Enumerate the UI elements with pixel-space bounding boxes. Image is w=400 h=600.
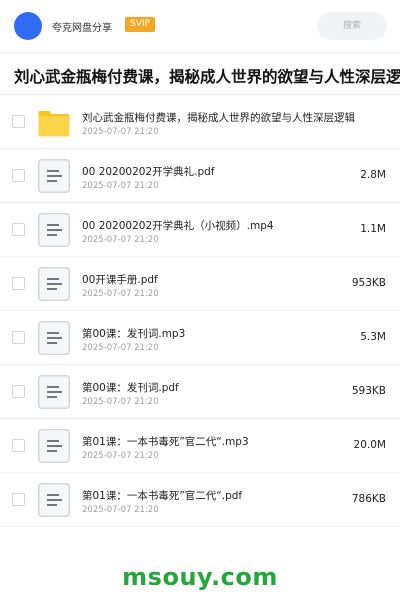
header-divider	[0, 52, 400, 53]
share-page: 夸克网盘分享 SVIP 刘心武金瓶梅付费课，揭秘成人世界的欲望与人性深层逻辑 刘…	[0, 0, 400, 600]
file-date: 2025-07-07 21:20	[82, 397, 159, 407]
file-row[interactable]: 00 20200202开学典礼（小视频）.mp4 2025-07-07 21:20…	[0, 203, 400, 257]
select-checkbox[interactable]	[12, 277, 25, 290]
file-name: 第00课：发刊词.pdf	[82, 382, 179, 394]
document-icon	[38, 321, 70, 355]
file-size: 786KB	[351, 493, 386, 505]
document-icon	[38, 267, 70, 301]
file-name: 00 20200202开学典礼（小视频）.mp4	[82, 220, 274, 232]
file-size: 593KB	[351, 385, 386, 397]
watermark: msouy.com	[122, 563, 278, 591]
file-size: 1.1M	[360, 223, 386, 235]
owner-name: 夸克网盘分享	[52, 23, 112, 34]
file-size: 953KB	[351, 277, 386, 289]
file-name: 第01课：一本书毒死”官二代“.pdf	[82, 490, 243, 502]
header: 夸克网盘分享 SVIP	[0, 0, 400, 52]
document-icon	[38, 375, 70, 409]
file-row[interactable]: 刘心武金瓶梅付费课，揭秘成人世界的欲望与人性深层逻辑 2025-07-07 21:…	[0, 95, 400, 149]
file-date: 2025-07-07 21:20	[82, 505, 159, 515]
file-size: 2.8M	[360, 169, 386, 181]
file-date: 2025-07-07 21:20	[82, 289, 159, 299]
document-icon	[38, 483, 70, 517]
file-name: 00开课手册.pdf	[82, 274, 158, 286]
file-date: 2025-07-07 21:20	[82, 127, 159, 137]
file-row[interactable]: 第01课：一本书毒死”官二代“.mp3 2025-07-07 21:20 20.0M	[0, 419, 400, 473]
file-row[interactable]: 第01课：一本书毒死”官二代“.pdf 2025-07-07 21:20 786KB	[0, 473, 400, 527]
file-name: 第01课：一本书毒死”官二代“.mp3	[82, 436, 249, 448]
file-row[interactable]: 00 20200202开学典礼.pdf 2025-07-07 21:20 2.8M	[0, 149, 400, 203]
file-row[interactable]: 00开课手册.pdf 2025-07-07 21:20 953KB	[0, 257, 400, 311]
document-icon	[38, 159, 70, 193]
file-name: 00 20200202开学典礼.pdf	[82, 166, 215, 178]
file-row[interactable]: 第00课：发刊词.pdf 2025-07-07 21:20 593KB	[0, 365, 400, 419]
file-row[interactable]: 第00课：发刊词.mp3 2025-07-07 21:20 5.3M	[0, 311, 400, 365]
svip-badge: SVIP	[125, 17, 155, 32]
file-name: 第00课：发刊词.mp3	[82, 328, 186, 340]
file-date: 2025-07-07 21:20	[82, 451, 159, 461]
select-checkbox[interactable]	[12, 385, 25, 398]
file-date: 2025-07-07 21:20	[82, 343, 159, 353]
file-name: 刘心武金瓶梅付费课，揭秘成人世界的欲望与人性深层逻辑	[82, 112, 355, 124]
file-date: 2025-07-07 21:20	[82, 235, 159, 245]
select-checkbox[interactable]	[12, 115, 25, 128]
select-checkbox[interactable]	[12, 223, 25, 236]
document-icon	[38, 213, 70, 247]
file-size: 5.3M	[360, 331, 386, 343]
document-icon	[38, 429, 70, 463]
avatar[interactable]	[14, 12, 42, 40]
select-checkbox[interactable]	[12, 439, 25, 452]
select-checkbox[interactable]	[12, 331, 25, 344]
search-input[interactable]	[317, 12, 387, 40]
select-checkbox[interactable]	[12, 493, 25, 506]
select-checkbox[interactable]	[12, 169, 25, 182]
file-date: 2025-07-07 21:20	[82, 181, 159, 191]
folder-icon	[38, 105, 70, 139]
file-size: 20.0M	[353, 439, 386, 451]
file-list: 刘心武金瓶梅付费课，揭秘成人世界的欲望与人性深层逻辑 2025-07-07 21:…	[0, 95, 400, 527]
page-title: 刘心武金瓶梅付费课，揭秘成人世界的欲望与人性深层逻辑	[14, 68, 400, 86]
